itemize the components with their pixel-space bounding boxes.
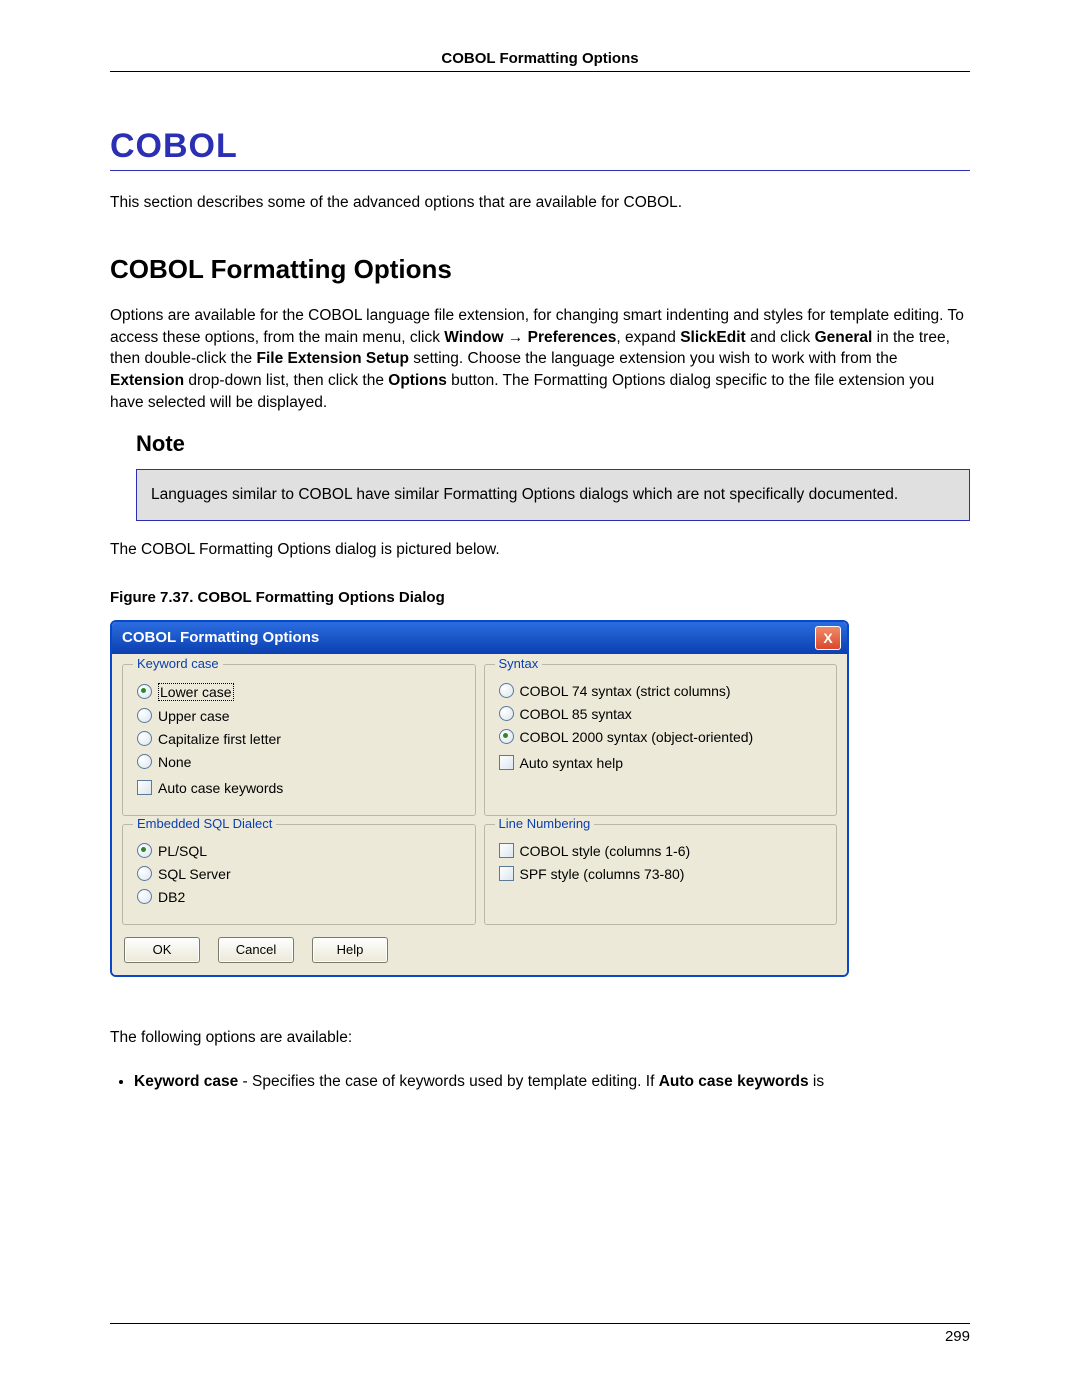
list-item: Keyword case - Specifies the case of key… — [134, 1071, 970, 1093]
bold-preferences: Preferences — [528, 329, 617, 346]
group-legend: Keyword case — [133, 656, 223, 671]
radio-lower-case[interactable]: Lower case — [137, 683, 463, 701]
para-text: setting. Choose the language extension y… — [409, 350, 898, 367]
dialog-body: Keyword case Lower case Upper case Capit… — [112, 654, 847, 975]
checkbox-icon — [499, 843, 514, 858]
radio-sqlserver[interactable]: SQL Server — [137, 866, 463, 882]
radio-db2[interactable]: DB2 — [137, 889, 463, 905]
radio-label: COBOL 74 syntax (strict columns) — [520, 683, 731, 699]
checkbox-icon — [499, 755, 514, 770]
check-cobol-style[interactable]: COBOL style (columns 1-6) — [499, 843, 825, 859]
para-text: , expand — [616, 329, 680, 346]
arrow: → — [504, 329, 528, 346]
bold-fes: File Extension Setup — [256, 350, 408, 367]
dialog-title: COBOL Formatting Options — [122, 629, 319, 646]
radio-icon — [499, 683, 514, 698]
section-title: COBOL Formatting Options — [110, 254, 970, 285]
close-button[interactable]: X — [815, 626, 841, 650]
radio-label: None — [158, 754, 191, 770]
radio-capitalize-first[interactable]: Capitalize first letter — [137, 731, 463, 747]
radio-plsql[interactable]: PL/SQL — [137, 843, 463, 859]
group-syntax: Syntax COBOL 74 syntax (strict columns) … — [484, 664, 838, 816]
note-heading: Note — [136, 431, 970, 457]
page-footer: 299 — [110, 1323, 970, 1345]
radio-icon — [137, 889, 152, 904]
para-text: drop-down list, then click the — [184, 372, 388, 389]
bold-general: General — [815, 329, 873, 346]
bold-extension: Extension — [110, 372, 184, 389]
bold-options: Options — [388, 372, 447, 389]
help-button[interactable]: Help — [312, 937, 388, 963]
radio-cobol85[interactable]: COBOL 85 syntax — [499, 706, 825, 722]
radio-label: Upper case — [158, 708, 230, 724]
group-keyword-case: Keyword case Lower case Upper case Capit… — [122, 664, 476, 816]
radio-label: Capitalize first letter — [158, 731, 281, 747]
para-text: and click — [746, 329, 815, 346]
radio-cobol74[interactable]: COBOL 74 syntax (strict columns) — [499, 683, 825, 699]
check-auto-syntax-help[interactable]: Auto syntax help — [499, 755, 825, 771]
group-legend: Syntax — [495, 656, 543, 671]
page-number: 299 — [945, 1328, 970, 1345]
radio-none[interactable]: None — [137, 754, 463, 770]
radio-label: COBOL 85 syntax — [520, 706, 632, 722]
options-list: Keyword case - Specifies the case of key… — [118, 1071, 970, 1093]
radio-icon — [137, 684, 152, 699]
note-box: Languages similar to COBOL have similar … — [136, 469, 970, 521]
radio-icon — [137, 754, 152, 769]
dialog-titlebar: COBOL Formatting Options X — [112, 622, 847, 654]
cobol-formatting-dialog: COBOL Formatting Options X Keyword case … — [110, 620, 849, 977]
radio-label: Lower case — [158, 683, 234, 701]
figure-caption: Figure 7.37. COBOL Formatting Options Di… — [110, 589, 970, 606]
checkbox-icon — [499, 866, 514, 881]
ok-button[interactable]: OK — [124, 937, 200, 963]
main-title: COBOL — [110, 127, 970, 166]
group-legend: Line Numbering — [495, 816, 595, 831]
checkbox-label: SPF style (columns 73-80) — [520, 866, 685, 882]
cancel-button[interactable]: Cancel — [218, 937, 294, 963]
checkbox-label: Auto case keywords — [158, 780, 283, 796]
checkbox-icon — [137, 780, 152, 795]
checkbox-label: COBOL style (columns 1-6) — [520, 843, 691, 859]
bold-window: Window — [444, 329, 503, 346]
radio-icon — [137, 731, 152, 746]
checkbox-label: Auto syntax help — [520, 755, 624, 771]
button-label: Cancel — [236, 942, 276, 957]
bullet-text: - Specifies the case of keywords used by… — [238, 1073, 658, 1090]
options-paragraph: Options are available for the COBOL lang… — [110, 305, 970, 413]
bold-keyword-case: Keyword case — [134, 1073, 238, 1090]
dialog-button-row: OK Cancel Help — [122, 933, 837, 965]
bold-slickedit: SlickEdit — [680, 329, 745, 346]
check-spf-style[interactable]: SPF style (columns 73-80) — [499, 866, 825, 882]
title-rule — [110, 170, 970, 171]
button-label: OK — [153, 942, 172, 957]
bullet-text: is — [809, 1073, 825, 1090]
radio-cobol2000[interactable]: COBOL 2000 syntax (object-oriented) — [499, 729, 825, 745]
following-text: The following options are available: — [110, 1029, 970, 1047]
document-page: COBOL Formatting Options COBOL This sect… — [0, 0, 1080, 1397]
radio-label: COBOL 2000 syntax (object-oriented) — [520, 729, 754, 745]
page-header: COBOL Formatting Options — [110, 50, 970, 72]
group-legend: Embedded SQL Dialect — [133, 816, 276, 831]
radio-icon — [137, 843, 152, 858]
radio-icon — [137, 708, 152, 723]
intro-paragraph: This section describes some of the advan… — [110, 193, 970, 214]
radio-icon — [499, 706, 514, 721]
radio-icon — [499, 729, 514, 744]
button-label: Help — [337, 942, 364, 957]
radio-upper-case[interactable]: Upper case — [137, 708, 463, 724]
close-icon: X — [823, 630, 832, 646]
below-text: The COBOL Formatting Options dialog is p… — [110, 539, 970, 561]
check-auto-case-keywords[interactable]: Auto case keywords — [137, 780, 463, 796]
radio-icon — [137, 866, 152, 881]
group-line-numbering: Line Numbering COBOL style (columns 1-6)… — [484, 824, 838, 925]
radio-label: DB2 — [158, 889, 185, 905]
radio-label: PL/SQL — [158, 843, 207, 859]
bold-auto-case-keywords: Auto case keywords — [659, 1073, 809, 1090]
radio-label: SQL Server — [158, 866, 231, 882]
group-embedded-sql: Embedded SQL Dialect PL/SQL SQL Server D… — [122, 824, 476, 925]
